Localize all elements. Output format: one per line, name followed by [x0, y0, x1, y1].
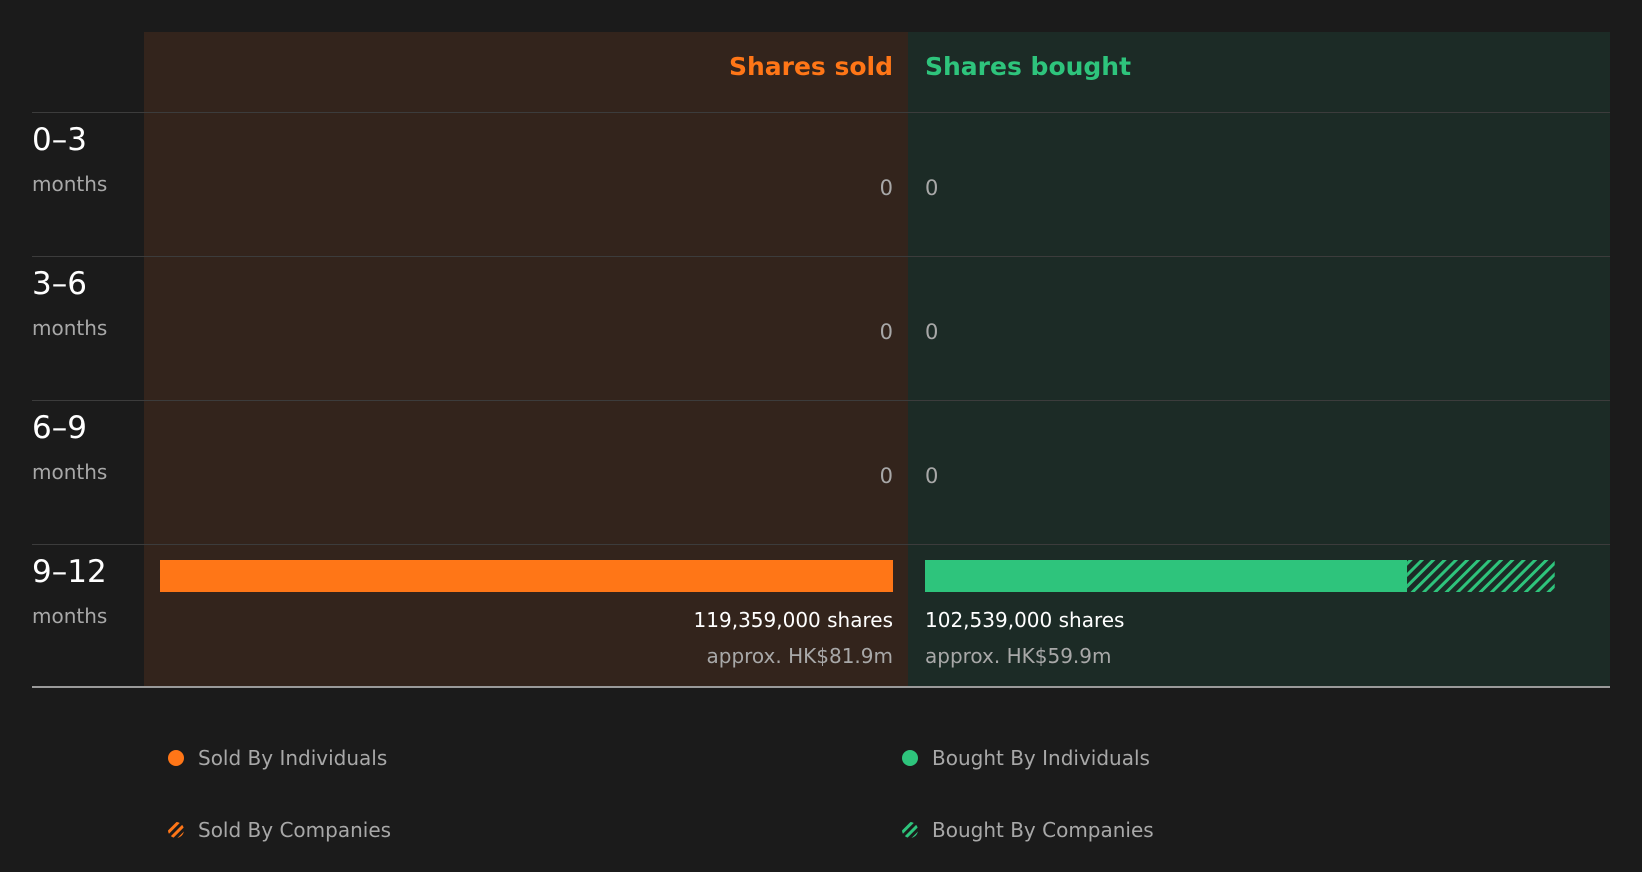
legend-label: Bought By Individuals — [932, 746, 1150, 770]
green-dot-icon — [902, 750, 918, 766]
legend-sold-individuals: Sold By Individuals — [168, 746, 387, 770]
legend-label: Bought By Companies — [932, 818, 1154, 842]
orange-hatched-dot-icon — [168, 822, 184, 838]
bought-companies-bar — [1407, 560, 1555, 592]
orange-dot-icon — [168, 750, 184, 766]
bar-marks-layer — [160, 560, 1555, 592]
legend-label: Sold By Individuals — [198, 746, 388, 770]
legend-label: Sold By Companies — [198, 818, 392, 842]
legend-bought-individuals: Bought By Individuals — [902, 746, 1150, 770]
legend-sold-companies: Sold By Companies — [168, 818, 391, 842]
bought-individuals-bar — [925, 560, 1408, 592]
sold-individuals-bar — [160, 560, 893, 592]
legend-bought-companies: Bought By Companies — [902, 818, 1154, 842]
green-hatched-dot-icon — [902, 822, 918, 838]
insider-trading-chart: Shares sold Shares bought 0–3 months 0 0… — [0, 0, 1642, 872]
